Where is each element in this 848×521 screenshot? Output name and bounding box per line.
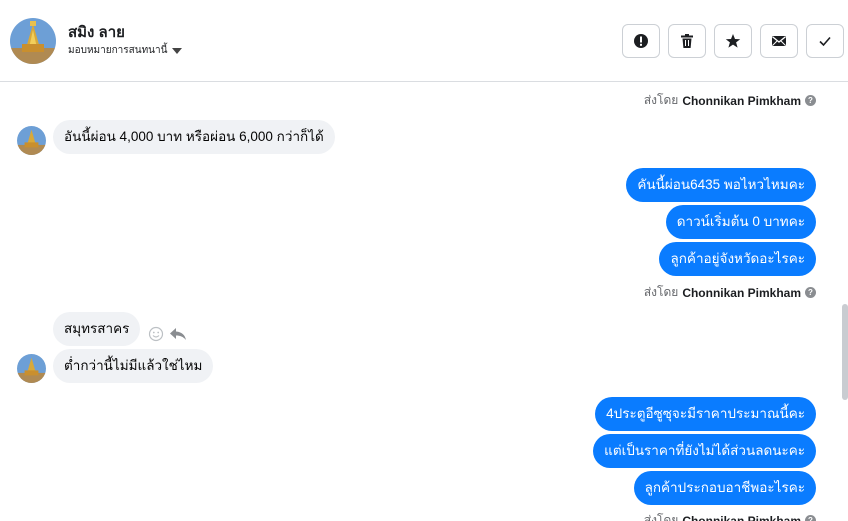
outgoing-message[interactable]: 4ประตูอีซูซุจะมีราคาประมาณนี้คะ xyxy=(595,397,816,431)
outgoing-message[interactable]: แต่เป็นราคาที่ยังไม่ได้ส่วนลดนะคะ xyxy=(593,434,816,468)
outgoing-message[interactable]: ลูกค้าอยู่จังหวัดอะไรคะ xyxy=(659,242,816,276)
conversation-header: สมิง ลาย มอบหมายการสนทนานี้ xyxy=(0,0,848,82)
assign-conversation-dropdown[interactable]: มอบหมายการสนทนานี้ xyxy=(68,43,183,58)
agent-name: Chonnikan Pimkham xyxy=(682,285,801,300)
star-button[interactable] xyxy=(714,24,752,58)
message-tools xyxy=(147,325,187,343)
scrollbar-thumb[interactable] xyxy=(842,304,848,400)
incoming-message[interactable]: ต่ำกว่านี้ไม่มีแล้วใช่ไหม xyxy=(53,349,214,383)
star-icon xyxy=(725,33,741,49)
reply-icon[interactable] xyxy=(169,325,187,343)
help-icon[interactable]: ? xyxy=(805,515,816,521)
delete-button[interactable] xyxy=(668,24,706,58)
outgoing-message[interactable]: ลูกค้าประกอบอาชีพอะไรคะ xyxy=(633,471,816,505)
contact-name: สมิง ลาย xyxy=(68,24,125,41)
chevron-down-icon xyxy=(172,48,183,54)
mark-unread-button[interactable] xyxy=(760,24,798,58)
agent-name: Chonnikan Pimkham xyxy=(682,513,801,521)
mark-done-button[interactable] xyxy=(806,24,844,58)
sent-by-label: ส่งโดย Chonnikan Pimkham ? xyxy=(644,283,816,302)
outgoing-message[interactable]: ดาวน์เริ่มต้น 0 บาทคะ xyxy=(665,205,816,239)
trash-icon xyxy=(679,33,695,49)
agent-name: Chonnikan Pimkham xyxy=(682,93,801,108)
sent-by-label: ส่งโดย Chonnikan Pimkham ? xyxy=(644,91,816,110)
help-icon[interactable]: ? xyxy=(805,95,816,106)
envelope-icon xyxy=(771,34,787,48)
outgoing-message[interactable]: คันนี้ผ่อน6435 พอไหวไหมคะ xyxy=(626,168,816,202)
help-icon[interactable]: ? xyxy=(805,287,816,298)
sent-by-label: ส่งโดย Chonnikan Pimkham ? xyxy=(644,511,816,521)
conversation-actions xyxy=(622,24,844,58)
spam-button[interactable] xyxy=(622,24,660,58)
contact-message-avatar xyxy=(17,354,46,383)
thread-scrollbar[interactable] xyxy=(842,82,848,521)
checkmark-icon xyxy=(817,33,833,49)
assign-label: มอบหมายการสนทนานี้ xyxy=(68,45,168,56)
smiley-icon[interactable] xyxy=(147,325,165,343)
incoming-message[interactable]: สมุทรสาคร xyxy=(53,312,141,346)
incoming-message[interactable]: อันนี้ผ่อน 4,000 บาท หรือผ่อน 6,000 กว่า… xyxy=(53,120,335,154)
alert-icon xyxy=(633,33,649,49)
contact-message-avatar xyxy=(17,126,46,155)
contact-avatar[interactable] xyxy=(10,18,56,64)
message-thread[interactable]: ส่งโดย Chonnikan Pimkham ? อันนี้ผ่อน 4,… xyxy=(0,82,848,521)
